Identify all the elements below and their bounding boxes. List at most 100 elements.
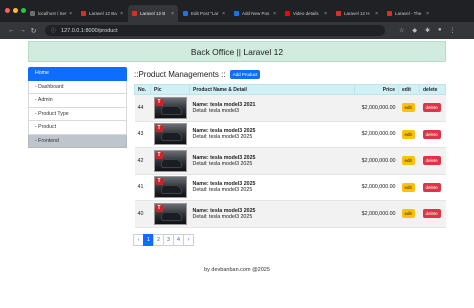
bookmark-star-icon[interactable]: ☆: [399, 27, 404, 34]
product-detail: Detail: tesla model3 2025: [192, 134, 253, 141]
menu-icon[interactable]: ⋮: [450, 27, 456, 34]
edit-button[interactable]: edit: [401, 103, 415, 113]
sidebar-item-dashboard[interactable]: - Dashboard: [28, 80, 127, 94]
product-info-cell: Name: tesla model3 2021 Detail: tesla mod…: [189, 94, 355, 122]
table-row: 42 T Name: tesla model3 2025 Detail: tesla …: [134, 147, 446, 175]
edit-cell: edit: [398, 174, 420, 201]
column-header-edit: edit: [398, 84, 420, 95]
tab-label: Laravel 12 H: [344, 11, 370, 16]
sidebar-item-frontend[interactable]: - Frontend: [28, 134, 127, 148]
product-table: No. Pic Product Name & Detail Price edit…: [134, 84, 446, 228]
product-info-cell: Name: tesla model3 2025 Detail: tesla mod…: [189, 174, 355, 201]
column-header-delete: delete: [419, 84, 446, 95]
product-detail: Detail: tesla model3: [192, 107, 240, 114]
profile-icon[interactable]: ●: [438, 27, 442, 34]
sidebar-item-admin[interactable]: - Admin: [28, 94, 127, 108]
back-icon[interactable]: ←: [6, 27, 17, 34]
tab-close-icon[interactable]: ×: [120, 11, 123, 17]
delete-button[interactable]: delete: [422, 156, 441, 166]
tesla-logo-icon: T: [155, 178, 163, 186]
tab-close-icon[interactable]: ×: [324, 11, 327, 17]
browser-tab[interactable]: Laravel - The ×: [383, 5, 433, 22]
extensions-puzzle-icon[interactable]: ✱: [425, 27, 430, 34]
row-number: 42: [134, 147, 151, 175]
address-bar[interactable]: ⓘ 127.0.0.1:8000/product: [45, 25, 385, 36]
delete-button[interactable]: delete: [422, 129, 441, 139]
tab-close-icon[interactable]: ×: [273, 11, 276, 17]
product-price: $2,000,000.00: [354, 94, 399, 122]
product-price: $2,000,000.00: [354, 147, 399, 175]
edit-cell: edit: [398, 147, 420, 175]
tab-close-icon[interactable]: ×: [171, 11, 174, 17]
table-row: 44 T Name: tesla model3 2021 Detail: tesla …: [134, 94, 446, 122]
site-info-icon[interactable]: ⓘ: [51, 27, 56, 34]
sidebar-item-product[interactable]: - Product: [28, 121, 127, 135]
add-product-button[interactable]: Add Product: [229, 69, 261, 79]
sidebar: Home - Dashboard - Admin - Product Type …: [28, 67, 127, 148]
browser-tab[interactable]: Laravel 12 Ba ×: [77, 5, 127, 22]
tab-label: Edit Post "Lar: [191, 11, 219, 16]
edit-cell: edit: [398, 121, 420, 148]
tesla-logo-icon: T: [155, 151, 163, 159]
sidebar-item-home[interactable]: Home: [28, 67, 127, 81]
tab-favicon-icon: [336, 11, 341, 16]
browser-tab[interactable]: localhost / Ser ×: [26, 5, 76, 22]
column-header-no: No.: [134, 84, 151, 95]
product-price: $2,000,000.00: [354, 174, 399, 201]
browser-tab[interactable]: Add New Pos ×: [230, 5, 280, 22]
edit-button[interactable]: edit: [401, 209, 415, 219]
minimize-window-icon[interactable]: [13, 8, 18, 13]
edit-button[interactable]: edit: [401, 156, 415, 166]
product-detail: Detail: tesla model3 2025: [192, 187, 253, 194]
product-price: $2,000,000.00: [354, 121, 399, 148]
delete-button[interactable]: delete: [422, 182, 441, 192]
table-row: 43 T Name: tesla model3 2025 Detail: tesla …: [134, 121, 446, 148]
reload-icon[interactable]: ↻: [28, 27, 39, 35]
tab-label: Laravel 12 B: [140, 11, 166, 16]
tesla-logo-icon: T: [155, 125, 163, 133]
tab-close-icon[interactable]: ×: [375, 11, 378, 17]
tab-favicon-icon: [285, 11, 290, 16]
extension-icon[interactable]: ◆: [412, 27, 417, 34]
table-row: 40 T Name: tesla model3 2025 Detail: tesla …: [134, 200, 446, 228]
product-picture-cell: T: [150, 200, 190, 228]
close-window-icon[interactable]: [5, 8, 10, 13]
main-panel: ::Product Managements :: Add Product No.…: [134, 67, 446, 228]
product-info-cell: Name: tesla model3 2025 Detail: tesla mod…: [189, 147, 355, 175]
tab-label: Add New Pos: [242, 11, 270, 16]
browser-tab[interactable]: Laravel 12 B ×: [128, 5, 178, 22]
page-content: Back Office || Laravel 12 Home - Dashboa…: [0, 39, 474, 308]
tab-close-icon[interactable]: ×: [69, 11, 72, 17]
sidebar-item-product-type[interactable]: - Product Type: [28, 107, 127, 121]
row-number: 41: [134, 174, 151, 201]
product-price: $2,000,000.00: [354, 200, 399, 228]
browser-tab[interactable]: Video details ×: [281, 5, 331, 22]
product-picture-cell: T: [150, 94, 190, 122]
product-image: T: [153, 149, 187, 172]
browser-tab[interactable]: Edit Post "Lar ×: [179, 5, 229, 22]
edit-button[interactable]: edit: [401, 182, 415, 192]
product-detail: Detail: tesla model3 2025: [192, 160, 253, 167]
delete-cell: delete: [419, 200, 446, 228]
delete-cell: delete: [419, 94, 446, 122]
tab-label: Video details: [293, 11, 319, 16]
tesla-logo-icon: T: [155, 98, 163, 106]
browser-tab[interactable]: Laravel 12 H ×: [332, 5, 382, 22]
forward-icon[interactable]: →: [17, 27, 28, 34]
column-header-name: Product Name & Detail: [189, 84, 355, 95]
tab-close-icon[interactable]: ×: [426, 11, 429, 17]
tab-favicon-icon: [234, 11, 239, 16]
delete-button[interactable]: delete: [422, 103, 441, 113]
maximize-window-icon[interactable]: [21, 8, 26, 13]
delete-cell: delete: [419, 121, 446, 148]
product-image: T: [153, 123, 187, 146]
table-row: 41 T Name: tesla model3 2025 Detail: tesla …: [134, 174, 446, 201]
edit-cell: edit: [398, 200, 420, 228]
tab-close-icon[interactable]: ×: [222, 11, 225, 17]
edit-button[interactable]: edit: [401, 129, 415, 139]
pagination-next[interactable]: ›: [183, 234, 194, 246]
tab-label: localhost / Ser: [38, 11, 67, 16]
delete-button[interactable]: delete: [422, 209, 441, 219]
edit-cell: edit: [398, 94, 420, 122]
page-header-title: Back Office || Laravel 12: [190, 46, 284, 57]
